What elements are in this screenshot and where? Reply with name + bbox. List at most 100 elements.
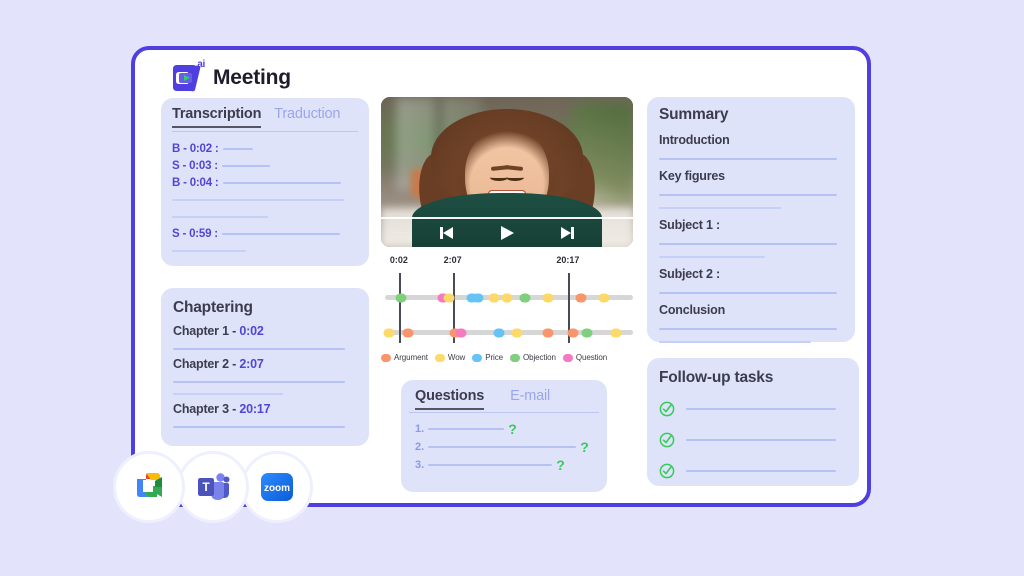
tab-traduction[interactable]: Traduction [274, 106, 340, 126]
questions-tabs: Questions E-mail [415, 388, 593, 410]
app-window: .ai Meeting Transcription Traduction B -… [131, 46, 871, 507]
transcription-entry: B - 0:02 : [172, 140, 362, 157]
placeholder-line [222, 147, 253, 150]
chapter-label: Chapter 1 - [173, 324, 240, 338]
timeline-event-dot[interactable] [542, 293, 554, 302]
transcription-entry: B - 0:04 : [172, 174, 362, 191]
transcription-list: B - 0:02 : S - 0:03 : B - 0:04 : S - 0:59 : [172, 140, 362, 259]
placeholder-line [172, 215, 268, 218]
placeholder-line [172, 249, 246, 252]
followup-task-item[interactable] [659, 393, 849, 424]
timeline-tick-label: 2:07 [443, 255, 462, 265]
google-meet-icon[interactable] [113, 451, 185, 523]
followup-task-item[interactable] [659, 424, 849, 455]
followup-tasks-inner: Follow-up tasks [659, 369, 849, 486]
transcription-entry [172, 208, 362, 225]
timeline-event-dot[interactable] [511, 328, 523, 337]
timeline-tick-labels: 0:02 2:07 20:17 [381, 255, 637, 269]
placeholder-line [221, 232, 340, 235]
legend-item: Objection [509, 353, 556, 362]
timeline-event-dot[interactable] [610, 328, 622, 337]
summary-inner: Summary Introduction Key figures Subject 1… [659, 106, 843, 343]
legend-label: Argument [394, 353, 428, 362]
chapter-item[interactable]: Chapter 1 - 0:02 [173, 324, 357, 338]
skip-next-icon[interactable] [559, 226, 575, 240]
placeholder-line [428, 464, 553, 466]
chaptering-title: Chaptering [173, 299, 253, 316]
chapter-item[interactable]: Chapter 2 - 2:07 [173, 357, 357, 371]
placeholder-line [659, 328, 837, 330]
question-mark-icon: ? [508, 421, 517, 437]
timeline-event-dot[interactable] [542, 328, 554, 337]
tab-transcription[interactable]: Transcription [172, 106, 261, 128]
summary-section-heading: Key figures [659, 169, 725, 183]
timeline-event-dot[interactable] [383, 328, 395, 337]
placeholder-line [173, 348, 345, 350]
zoom-icon[interactable]: zoom [241, 451, 313, 523]
transcription-speaker-time: B - 0:02 : [172, 142, 219, 155]
question-item: 2.? [415, 438, 599, 456]
timeline-event-dot[interactable] [472, 293, 484, 302]
placeholder-line [221, 164, 270, 167]
legend-swatch [562, 353, 573, 362]
summary-list: Introduction Key figures Subject 1 : Subjec… [659, 133, 843, 343]
followup-task-item[interactable] [659, 455, 849, 486]
placeholder-line [686, 438, 836, 441]
transcription-tabs: Transcription Traduction [172, 106, 358, 128]
question-number: 3. [415, 459, 425, 471]
tab-questions[interactable]: Questions [415, 388, 484, 410]
questions-list: 1.? 2.? 3.? [415, 420, 599, 474]
question-item: 1.? [415, 420, 599, 438]
timeline-event-dot[interactable] [519, 293, 530, 302]
timeline-event-dot[interactable] [455, 328, 467, 337]
legend-swatch [381, 353, 391, 362]
placeholder-line [659, 256, 765, 258]
check-circle-icon[interactable] [659, 432, 675, 448]
transcription-speaker-time: B - 0:04 : [172, 176, 219, 189]
placeholder-line [172, 198, 344, 201]
integration-icons: T zoom [113, 451, 313, 523]
timeline-event-dot[interactable] [443, 293, 455, 302]
meeting-video-preview[interactable] [381, 97, 633, 247]
chapter-item[interactable]: Chapter 3 - 20:17 [173, 402, 357, 416]
timeline-event-dot[interactable] [575, 293, 587, 302]
legend-item: Question [562, 353, 608, 362]
transcription-entry [172, 191, 362, 208]
timeline-event-dot[interactable] [501, 293, 513, 302]
legend-swatch [509, 353, 520, 362]
timeline-plot [381, 273, 637, 343]
chaptering-inner: Chaptering Chapter 1 - 0:02 Chapter 2 - 2… [173, 299, 357, 428]
timeline-event-dot[interactable] [402, 328, 414, 337]
legend-item: Price [472, 353, 503, 362]
transcription-entry: S - 0:59 : [172, 225, 362, 242]
placeholder-line [659, 158, 837, 160]
timeline-event-dot[interactable] [567, 328, 579, 337]
check-circle-icon[interactable] [659, 401, 675, 417]
timeline-event-dot[interactable] [598, 293, 610, 302]
questions-panel: Questions E-mail 1.? 2.? 3.? [401, 380, 607, 492]
summary-panel: Summary Introduction Key figures Subject 1… [647, 97, 855, 343]
skip-previous-icon[interactable] [439, 226, 455, 240]
placeholder-line [173, 426, 345, 428]
play-icon[interactable] [499, 226, 515, 240]
microsoft-teams-icon[interactable]: T [177, 451, 249, 523]
timeline-event-dot[interactable] [488, 293, 499, 302]
chapter-label: Chapter 3 - [173, 402, 240, 416]
followup-tasks-title: Follow-up tasks [659, 369, 774, 386]
placeholder-line [659, 207, 781, 209]
question-mark-icon: ? [556, 457, 565, 473]
timeline-event-dot[interactable] [581, 328, 592, 337]
chapter-time: 20:17 [239, 402, 271, 416]
legend-swatch [472, 353, 483, 362]
zoom-wordmark: zoom [264, 483, 290, 494]
check-circle-icon[interactable] [659, 463, 675, 479]
timeline-event-dot[interactable] [493, 328, 505, 337]
placeholder-line [686, 469, 836, 472]
question-item: 3.? [415, 456, 599, 474]
transcription-speaker-time: S - 0:59 : [172, 227, 218, 240]
timeline-event-dot[interactable] [395, 293, 406, 302]
placeholder-line [659, 341, 811, 343]
legend-item: Argument [381, 353, 428, 362]
legend-label: Question [575, 353, 608, 362]
tab-email[interactable]: E-mail [510, 388, 550, 408]
